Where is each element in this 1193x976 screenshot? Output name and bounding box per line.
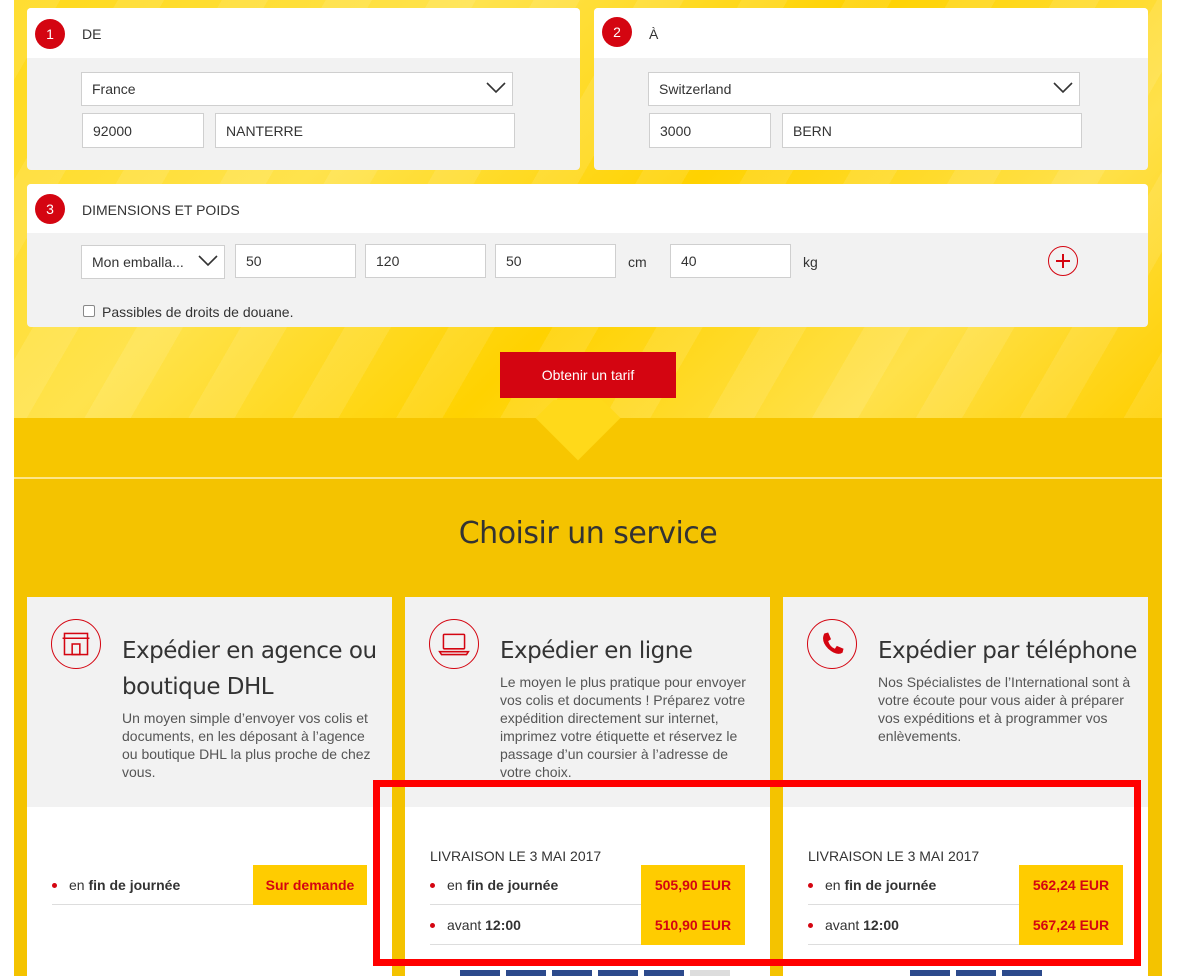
service-description: Un moyen simple d’envoyer vos colis et d… bbox=[122, 710, 371, 780]
dimensions-card: 3 DIMENSIONS ET POIDS Mon emballa... 50 … bbox=[27, 184, 1148, 327]
width-value: 120 bbox=[376, 253, 400, 269]
rate-price-button[interactable]: Sur demande bbox=[253, 865, 367, 905]
service-title: Expédier en ligne bbox=[500, 638, 693, 664]
from-country-select[interactable]: France bbox=[81, 72, 513, 106]
payment-logo bbox=[460, 970, 500, 976]
from-city-value: NANTERRE bbox=[226, 122, 304, 139]
from-city-input[interactable]: NANTERRE bbox=[215, 113, 515, 148]
dimensions-title: DIMENSIONS ET POIDS bbox=[82, 202, 240, 218]
from-postal-code-value: 92000 bbox=[93, 122, 132, 139]
service-description: Nos Spécialistes de l’International sont… bbox=[878, 674, 1131, 744]
payment-logo bbox=[910, 970, 950, 976]
weight-unit: kg bbox=[803, 254, 818, 270]
highlight-annotation bbox=[373, 780, 1141, 966]
to-card-header bbox=[594, 8, 1148, 58]
width-input[interactable]: 120 bbox=[365, 244, 486, 278]
from-title: DE bbox=[82, 26, 102, 42]
to-postal-code-input[interactable]: 3000 bbox=[649, 113, 771, 148]
storefront-icon bbox=[51, 619, 101, 669]
payment-logos bbox=[910, 970, 1042, 976]
service-rate-row: en fin de journée Sur demande bbox=[52, 865, 367, 905]
bullet-dot bbox=[52, 883, 57, 888]
customs-label: Passibles de droits de douane. bbox=[102, 304, 294, 320]
to-city-input[interactable]: BERN bbox=[782, 113, 1082, 148]
to-country-select[interactable]: Switzerland bbox=[648, 72, 1080, 106]
height-value: 50 bbox=[506, 253, 522, 269]
rate-label: en fin de journée bbox=[69, 877, 181, 893]
payment-logos bbox=[460, 970, 730, 976]
to-country-value: Switzerland bbox=[659, 81, 732, 97]
from-postal-code-input[interactable]: 92000 bbox=[82, 113, 204, 148]
section-title: Choisir un service bbox=[458, 516, 718, 551]
chevron-down-icon bbox=[1053, 82, 1073, 94]
to-title: À bbox=[649, 26, 659, 42]
from-card-header bbox=[27, 8, 580, 58]
phone-icon bbox=[807, 619, 857, 669]
service-card-agency: Expédier en agence ou boutique DHL Un mo… bbox=[27, 597, 392, 976]
height-input[interactable]: 50 bbox=[495, 244, 616, 278]
payment-logo bbox=[644, 970, 684, 976]
payment-logo bbox=[1002, 970, 1042, 976]
payment-logo bbox=[598, 970, 638, 976]
step-2-badge: 2 bbox=[602, 17, 632, 47]
payment-logo bbox=[506, 970, 546, 976]
to-postal-code-value: 3000 bbox=[660, 122, 692, 139]
get-rate-button[interactable]: Obtenir un tarif bbox=[500, 352, 676, 398]
section-notch bbox=[533, 400, 623, 478]
laptop-icon bbox=[429, 619, 479, 669]
dimension-unit: cm bbox=[628, 254, 647, 270]
length-input[interactable]: 50 bbox=[235, 244, 356, 278]
weight-input[interactable]: 40 bbox=[670, 244, 791, 278]
service-title: Expédier en agence ou boutique DHL bbox=[122, 638, 377, 700]
from-card: 1 DE France 92000 NANTERRE bbox=[27, 8, 580, 170]
chevron-down-icon bbox=[198, 255, 218, 267]
right-margin bbox=[1162, 0, 1193, 976]
package-type-value: Mon emballa... bbox=[92, 254, 184, 270]
to-city-value: BERN bbox=[793, 122, 832, 139]
service-title: Expédier par téléphone bbox=[878, 638, 1137, 664]
length-value: 50 bbox=[246, 253, 262, 269]
from-country-value: France bbox=[92, 81, 136, 97]
payment-logo bbox=[552, 970, 592, 976]
customs-checkbox[interactable] bbox=[83, 305, 95, 317]
service-description: Le moyen le plus pratique pour envoyer v… bbox=[500, 674, 746, 780]
step-1-badge: 1 bbox=[35, 19, 65, 49]
package-type-select[interactable]: Mon emballa... bbox=[81, 245, 225, 279]
step-3-badge: 3 bbox=[35, 194, 65, 224]
payment-logo bbox=[956, 970, 996, 976]
add-package-icon[interactable] bbox=[1048, 246, 1078, 276]
weight-value: 40 bbox=[681, 253, 697, 269]
to-card: 2 À Switzerland 3000 BERN bbox=[594, 8, 1148, 170]
payment-logo bbox=[690, 970, 730, 976]
chevron-down-icon bbox=[486, 82, 506, 94]
